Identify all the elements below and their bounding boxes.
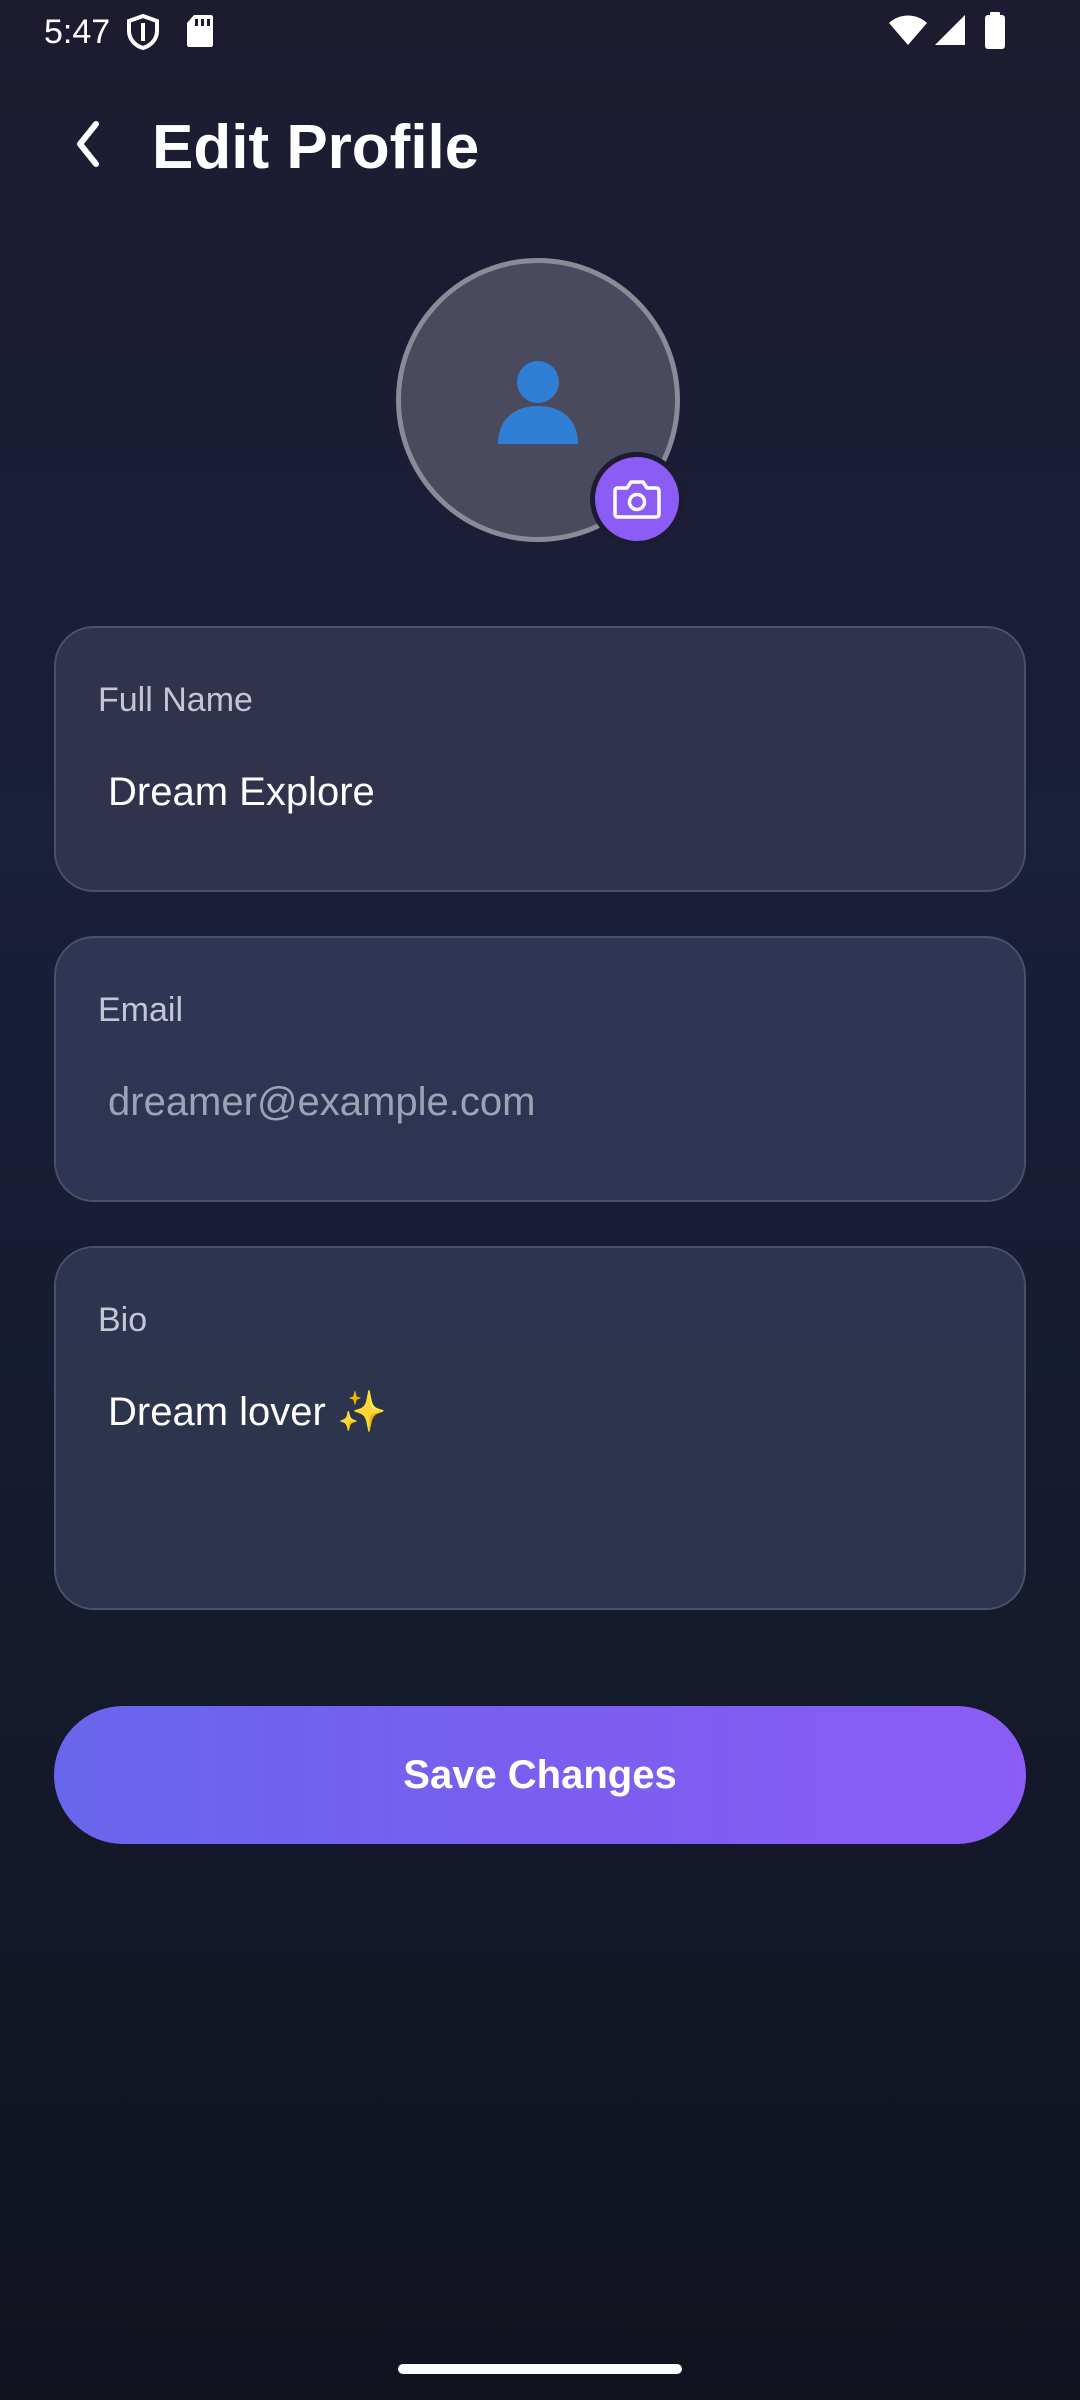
bio-label: Bio [98, 1301, 148, 1339]
full-name-label: Full Name [98, 681, 253, 719]
wifi-icon [889, 15, 927, 45]
sd-card-icon [187, 15, 213, 47]
camera-icon [613, 480, 661, 519]
full-name-input[interactable]: Dream Explore [108, 766, 375, 818]
battery-icon [985, 12, 1005, 49]
status-bar: 5:47 [0, 0, 1080, 64]
change-photo-button[interactable] [590, 452, 684, 546]
back-button[interactable] [58, 114, 118, 174]
save-changes-button[interactable]: Save Changes [54, 1706, 1026, 1844]
email-input[interactable]: dreamer@example.com [108, 1076, 535, 1128]
email-label: Email [98, 991, 184, 1029]
signal-icon [935, 15, 965, 45]
full-name-field[interactable]: Full Name Dream Explore [54, 626, 1026, 892]
page-title: Edit Profile [152, 113, 480, 182]
shield-icon [127, 14, 159, 50]
save-changes-label: Save Changes [403, 1752, 677, 1797]
email-field[interactable]: Email dreamer@example.com [54, 936, 1026, 1202]
status-time: 5:47 [44, 13, 111, 51]
chevron-left-icon [77, 121, 99, 167]
bio-field[interactable]: Bio Dream lover ✨ [54, 1246, 1026, 1610]
user-icon [498, 361, 578, 444]
bio-input[interactable]: Dream lover ✨ [108, 1386, 387, 1438]
home-indicator[interactable] [398, 2364, 682, 2374]
